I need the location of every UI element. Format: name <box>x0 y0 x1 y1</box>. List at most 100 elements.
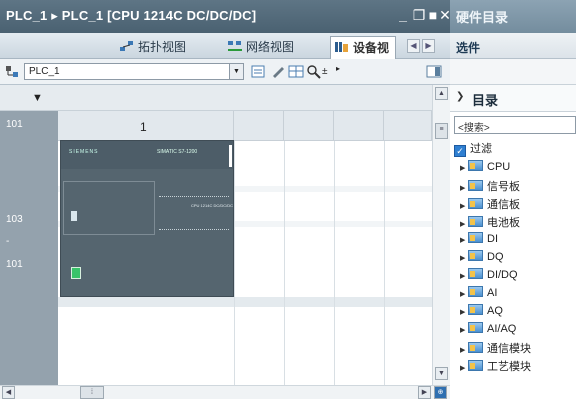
slot-divider <box>384 141 385 385</box>
catalog-item-label: DI <box>487 233 498 245</box>
window-title-bar: PLC_1 ▸ PLC_1 [CPU 1214C DC/DC/DC] _ ❐ ■… <box>0 0 451 33</box>
scroll-left-button[interactable]: ◀ <box>2 386 15 399</box>
catalog-item[interactable]: ▶ 通信板 <box>460 196 520 214</box>
expand-arrow-icon[interactable]: ▶ <box>460 364 468 372</box>
collapse-panel-icon[interactable] <box>426 64 442 79</box>
catalog-item[interactable]: ▶ CPU <box>460 160 510 178</box>
device-tree-icon[interactable] <box>4 64 20 79</box>
catalog-item-label: 通信板 <box>487 199 520 211</box>
slot-divider <box>234 141 235 385</box>
catalog-item-label: 电池板 <box>487 217 520 229</box>
folder-icon <box>468 160 483 171</box>
catalog-item[interactable]: ▶ DI/DQ <box>460 268 518 286</box>
slot-header <box>284 111 334 141</box>
terminal-strip <box>159 196 229 199</box>
rack-row-numbers: 101 103 - 101 <box>0 111 58 385</box>
expand-arrow-icon[interactable]: ▶ <box>460 164 468 172</box>
slot-header <box>234 111 284 141</box>
folder-icon <box>468 322 483 333</box>
catalog-item[interactable]: ▶ AI/AQ <box>460 322 516 340</box>
catalog-search-input[interactable]: <搜索> <box>454 116 576 134</box>
device-selector-value: PLC_1 <box>29 66 60 77</box>
plc-brand: SIEMENS <box>69 149 99 155</box>
folder-icon <box>468 198 483 209</box>
catalog-item-label: AI <box>487 287 498 299</box>
zoom-icon[interactable] <box>306 64 322 79</box>
row-label: 101 <box>6 259 23 270</box>
filter-checkbox[interactable]: ✓ 过滤 <box>454 140 492 157</box>
scroll-up-button[interactable]: ▲ <box>435 87 448 100</box>
plc-module-label: CPU 1214C DC/DC/DC <box>191 203 234 208</box>
plc-top-panel: SIEMENS SIMATIC S7-1200 <box>61 141 233 169</box>
folder-icon <box>468 360 483 371</box>
folder-icon <box>468 268 483 279</box>
catalog-item[interactable]: ▶ 电池板 <box>460 214 520 232</box>
plc-cpu-module[interactable]: SIEMENS SIMATIC S7-1200 CPU 1214C DC/DC/… <box>60 140 234 297</box>
vertical-scrollbar[interactable]: ▲ ≡ ▼ <box>432 85 450 385</box>
network-icon <box>228 40 242 52</box>
tab-device-view[interactable]: 设备视 <box>330 36 397 59</box>
properties-icon[interactable] <box>250 64 266 79</box>
catalog-item-label: AI/AQ <box>487 323 517 335</box>
catalog-item[interactable]: ▶ AI <box>460 286 497 304</box>
expand-arrow-icon[interactable]: ▶ <box>460 220 468 228</box>
restore-icon[interactable]: ❐ <box>412 7 426 23</box>
device-toolbar: PLC_1 ▼ ± ▸ <box>0 59 450 85</box>
scroll-thumb[interactable]: ≡ <box>435 123 448 139</box>
expand-arrow-icon[interactable]: ▶ <box>460 236 468 244</box>
catalog-header-label: 目录 <box>472 93 499 108</box>
hardware-catalog-pane: 硬件目录 选件 ❯ 目录 <搜索> ✓ 过滤 ▶ CPU ▶ 信号板 ▶ 通信板 ▶ 电池… <box>450 0 576 399</box>
chevron-down-icon[interactable]: ▼ <box>229 64 243 79</box>
expand-arrow-icon[interactable]: ▶ <box>460 184 468 192</box>
expand-arrow-icon[interactable]: ▶ <box>460 290 468 298</box>
plc-signal-board-slot[interactable] <box>63 181 155 235</box>
horizontal-scrollbar[interactable]: ◀ ⁞ ▶ ⊕ <box>0 385 450 399</box>
overview-nav-icon[interactable]: ⊕ <box>434 386 447 399</box>
expand-arrow-icon[interactable]: ▶ <box>460 202 468 210</box>
catalog-title: 硬件目录 <box>456 10 509 25</box>
slot-header <box>334 111 384 141</box>
expand-arrow-icon[interactable]: ▶ <box>460 254 468 262</box>
checkbox-checked-icon[interactable]: ✓ <box>454 145 466 157</box>
catalog-item[interactable]: ▶ DQ <box>460 250 504 268</box>
scroll-down-button[interactable]: ▼ <box>435 367 448 380</box>
search-placeholder: <搜索> <box>458 123 490 134</box>
wrench-icon[interactable] <box>270 64 286 79</box>
chevron-down-icon[interactable]: ❯ <box>456 91 464 102</box>
view-tabs: 拓扑视图 网络视图 设备视 ◀ ▶ <box>0 33 450 59</box>
catalog-section-header[interactable]: ❯ 目录 <box>450 85 576 112</box>
tab-scroll-right-button[interactable]: ▶ <box>422 39 435 53</box>
catalog-item-label: DI/DQ <box>487 269 518 281</box>
slot-divider <box>284 141 285 385</box>
tab-topology-view[interactable]: 拓扑视图 <box>116 36 192 56</box>
terminal-strip <box>159 229 229 232</box>
expand-arrow-icon[interactable]: ▶ <box>460 326 468 334</box>
expand-rack-icon[interactable]: ▼ <box>32 92 43 104</box>
options-section[interactable]: 选件 <box>450 33 576 59</box>
folder-icon <box>468 250 483 261</box>
catalog-item-label: AQ <box>487 305 503 317</box>
catalog-item-label: 工艺模块 <box>487 361 531 373</box>
rack-canvas[interactable]: ▼ 101 103 - 101 1 SIEMENS SIMATIC S7-120… <box>0 85 432 385</box>
catalog-item[interactable]: ▶ 信号板 <box>460 178 520 196</box>
folder-icon <box>468 304 483 315</box>
tab-scroll-left-button[interactable]: ◀ <box>407 39 420 53</box>
catalog-item[interactable]: ▶ AQ <box>460 304 503 322</box>
expand-arrow-icon[interactable]: ▶ <box>460 272 468 280</box>
device-icon <box>335 41 349 53</box>
window-title: PLC_1 ▸ PLC_1 [CPU 1214C DC/DC/DC] <box>6 8 257 23</box>
tab-network-view[interactable]: 网络视图 <box>224 36 300 56</box>
h-scroll-thumb[interactable]: ⁞ <box>80 386 104 399</box>
grid-table-icon[interactable] <box>288 64 304 79</box>
minimize-icon[interactable]: _ <box>396 7 410 23</box>
expand-arrow-icon[interactable]: ▶ <box>460 308 468 316</box>
catalog-item[interactable]: ▶ 通信模块 <box>460 340 531 358</box>
scroll-right-button[interactable]: ▶ <box>418 386 431 399</box>
tab-device-label: 设备视 <box>353 41 390 55</box>
expand-arrow-icon[interactable]: ▶ <box>460 346 468 354</box>
catalog-item[interactable]: ▶ DI <box>460 232 498 250</box>
slot-number: 1 <box>140 120 147 134</box>
catalog-item[interactable]: ▶ 工艺模块 <box>460 358 531 376</box>
device-selector[interactable]: PLC_1 ▼ <box>24 63 244 80</box>
more-arrow-icon[interactable]: ▸ <box>336 64 352 79</box>
